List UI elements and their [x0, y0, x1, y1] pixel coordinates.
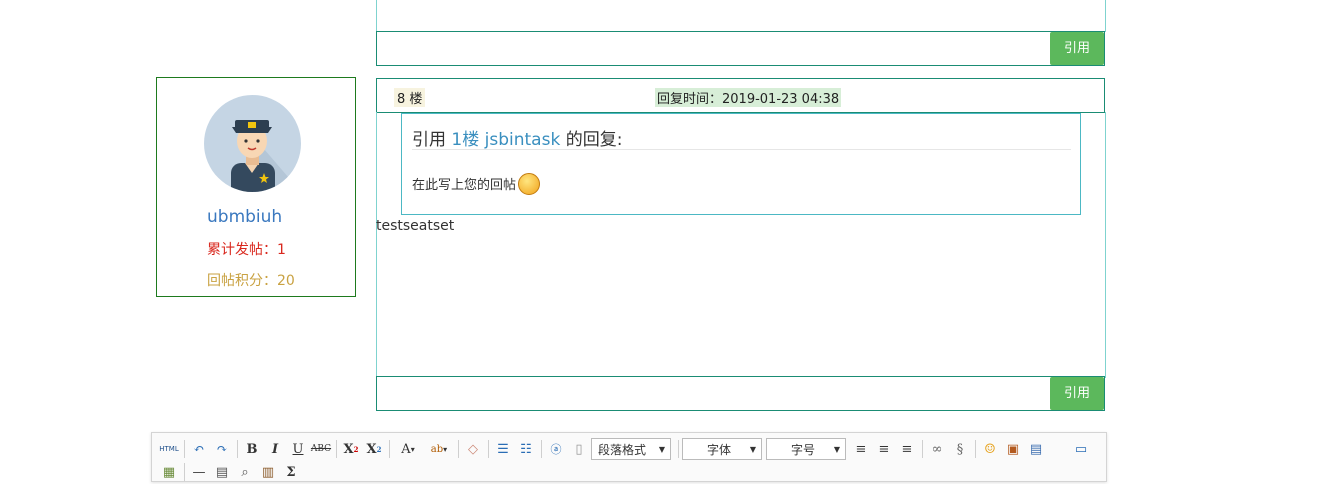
toolbar-separator — [237, 440, 238, 458]
quote-text: 在此写上您的回帖 — [412, 172, 541, 197]
toolbar-separator — [678, 440, 679, 458]
align-left-icon[interactable]: ≡ — [850, 438, 872, 460]
reply-score: 回帖积分：20 — [207, 273, 295, 289]
bold-icon[interactable]: B — [241, 438, 263, 460]
toolbar-separator — [975, 440, 976, 458]
horizontal-rule-icon[interactable]: — — [188, 461, 210, 483]
font-family-select[interactable]: 字体 ▼ — [682, 438, 762, 460]
font-color-icon[interactable]: A ▾ — [393, 438, 423, 460]
strikethrough-icon[interactable]: ABC — [310, 438, 332, 460]
floor-number: 8 楼 — [394, 88, 426, 107]
align-center-icon[interactable]: ≡ — [873, 438, 895, 460]
paste-icon[interactable]: ▥ — [257, 461, 279, 483]
html-source-button[interactable]: HTML — [158, 438, 180, 460]
align-right-icon[interactable]: ≡ — [896, 438, 918, 460]
quote-bar: 引用 — [376, 376, 1105, 411]
toolbar-separator — [488, 440, 489, 458]
ordered-list-icon[interactable]: ☰ — [492, 438, 514, 460]
post-header: 8 楼 回复时间：2019-01-23 04:38 — [376, 78, 1105, 113]
post-content: testseatset — [376, 218, 455, 234]
undo-icon[interactable]: ↶ — [188, 438, 210, 460]
blockquote-icon[interactable]: ⓐ — [545, 438, 567, 460]
fullscreen-icon[interactable]: ▭ — [1070, 438, 1092, 460]
eraser-icon[interactable]: ◇ — [462, 438, 484, 460]
unordered-list-icon[interactable]: ☷ — [515, 438, 537, 460]
unlink-icon[interactable]: § — [949, 438, 971, 460]
quote-floor-link[interactable]: 1楼 — [451, 130, 479, 150]
toolbar-separator — [184, 463, 185, 481]
previous-post-body — [376, 0, 1106, 32]
highlight-icon[interactable]: ab ▾ — [424, 438, 454, 460]
toolbar-separator — [458, 440, 459, 458]
italic-icon[interactable]: I — [264, 438, 286, 460]
superscript-icon[interactable]: X2 — [340, 438, 362, 460]
username[interactable]: ubmbiuh — [207, 207, 282, 227]
toolbar-separator — [541, 440, 542, 458]
insert-image-icon[interactable]: ▦ — [158, 461, 180, 483]
emoticon-icon[interactable]: ☺ — [979, 438, 1001, 460]
quote-button[interactable]: 引用 — [1050, 32, 1104, 65]
preview-icon[interactable]: ⌕ — [234, 461, 256, 483]
toolbar-separator — [336, 440, 337, 458]
user-card: ubmbiuh 累计发帖：1 回帖积分：20 — [156, 77, 356, 297]
redo-icon[interactable]: ↷ — [211, 438, 233, 460]
image-icon[interactable]: ▣ — [1002, 438, 1024, 460]
toolbar-separator — [184, 440, 185, 458]
toolbar-separator — [389, 440, 390, 458]
avatar[interactable] — [204, 95, 301, 192]
post-count: 累计发帖：1 — [207, 242, 286, 258]
formula-icon[interactable]: Σ — [280, 461, 302, 483]
quote-author-link[interactable]: jsbintask — [485, 130, 561, 150]
emoticon-icon — [518, 172, 541, 195]
video-icon[interactable]: ▤ — [1025, 438, 1047, 460]
paragraph-format-select[interactable]: 段落格式 ▼ — [591, 438, 671, 460]
print-icon[interactable]: ▤ — [211, 461, 233, 483]
subscript-icon[interactable]: X2 — [363, 438, 385, 460]
previous-post-quote-bar: 引用 — [376, 31, 1105, 66]
editor-toolbar: HTML ↶ ↷ B I U ABC X2 X2 A ▾ ab ▾ ◇ ☰ ☷ … — [151, 432, 1107, 482]
quote-divider — [412, 149, 1071, 150]
toolbar-separator — [922, 440, 923, 458]
font-size-select[interactable]: 字号 ▼ — [766, 438, 846, 460]
reply-time: 回复时间：2019-01-23 04:38 — [655, 88, 842, 107]
page-icon[interactable]: ▯ — [568, 438, 590, 460]
underline-icon[interactable]: U — [287, 438, 309, 460]
quote-button[interactable]: 引用 — [1050, 377, 1104, 410]
quote-box: 引用 1楼 jsbintask 的回复: 在此写上您的回帖 — [401, 113, 1081, 215]
quote-title: 引用 1楼 jsbintask 的回复: — [412, 130, 623, 150]
link-icon[interactable]: ∞ — [926, 438, 948, 460]
